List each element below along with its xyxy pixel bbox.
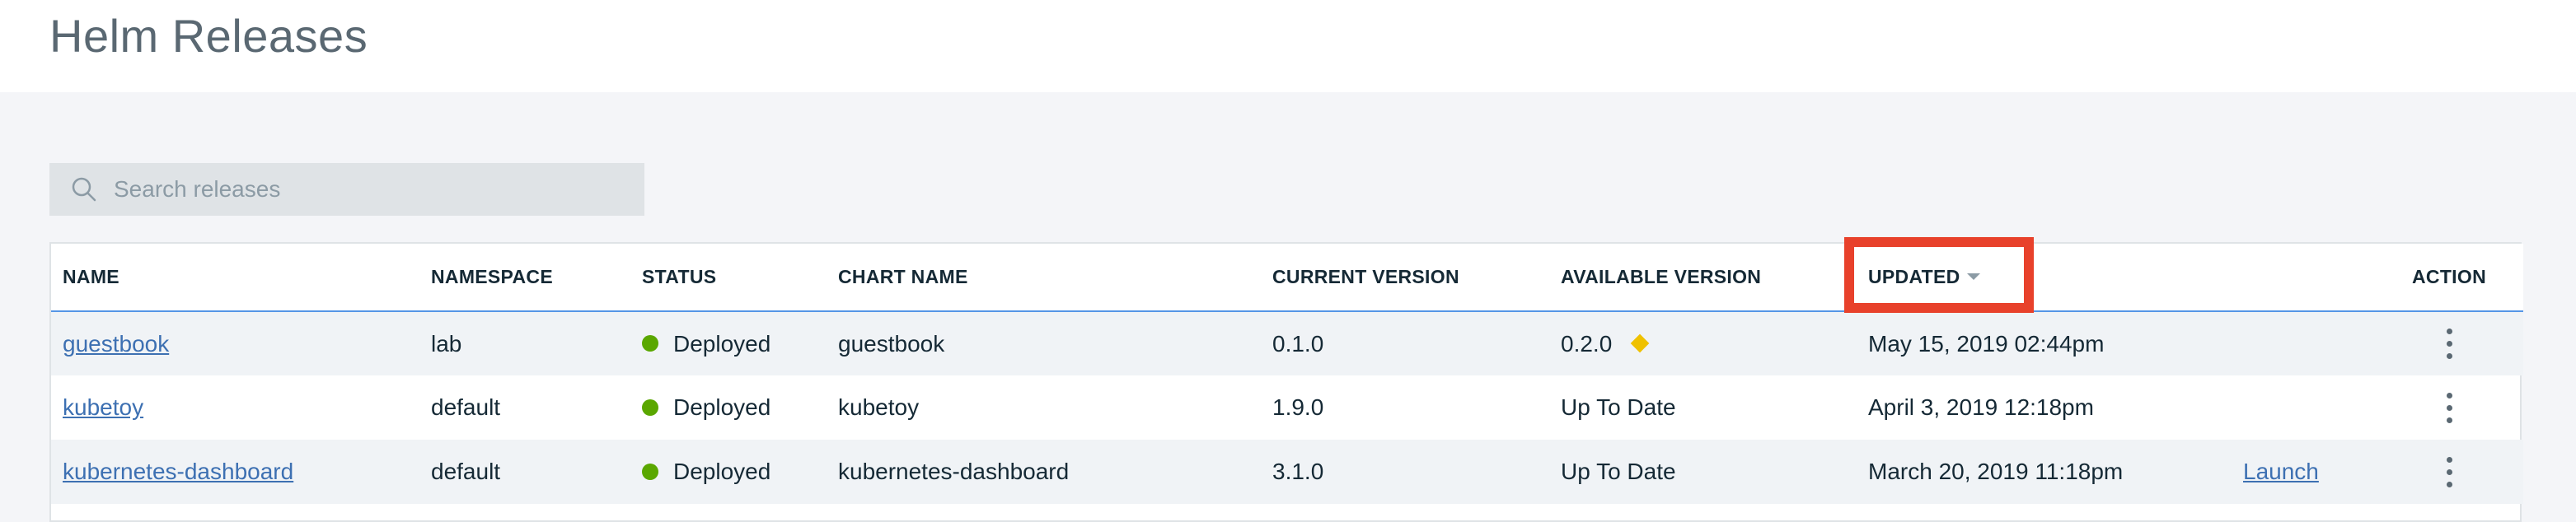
status-dot-icon bbox=[642, 335, 658, 352]
status-cell: Deployed bbox=[630, 375, 827, 440]
release-link-guestbook[interactable]: guestbook bbox=[63, 331, 169, 357]
column-header-updated[interactable]: UPDATED bbox=[1857, 244, 2232, 311]
chart-name-cell: kubetoy bbox=[838, 394, 920, 420]
search-bar[interactable] bbox=[49, 163, 644, 216]
status-dot-icon bbox=[642, 398, 658, 416]
column-header-current-version[interactable]: CURRENT VERSION bbox=[1261, 244, 1549, 311]
launch-cell bbox=[2232, 311, 2375, 375]
available-version-label: 0.2.0 bbox=[1561, 330, 1613, 357]
update-available-icon bbox=[1630, 333, 1650, 353]
launch-cell: Launch bbox=[2232, 440, 2375, 504]
current-version-cell: 0.1.0 bbox=[1272, 330, 1324, 357]
table-row: kubetoy default Deployed kubetoy 1.9.0 U… bbox=[51, 375, 2523, 440]
release-link-kubetoy[interactable]: kubetoy bbox=[63, 394, 143, 420]
chart-name-cell: kubernetes-dashboard bbox=[838, 459, 1070, 484]
column-header-action: ACTION bbox=[2412, 266, 2486, 287]
status-label: Deployed bbox=[673, 459, 771, 484]
release-link-kubernetes-dashboard[interactable]: kubernetes-dashboard bbox=[63, 459, 293, 484]
releases-table: NAME NAMESPACE STATUS CHART NAME CURRENT… bbox=[49, 242, 2523, 522]
search-icon bbox=[68, 173, 101, 206]
column-header-launch bbox=[2232, 244, 2375, 311]
namespace-cell: lab bbox=[431, 330, 462, 357]
chart-name-cell: guestbook bbox=[838, 330, 945, 357]
column-header-updated-label: UPDATED bbox=[1868, 266, 1960, 287]
column-header-chart-name[interactable]: CHART NAME bbox=[827, 244, 1261, 311]
available-version-cell: Up To Date bbox=[1561, 459, 1676, 484]
status-label: Deployed bbox=[673, 330, 771, 357]
action-cell bbox=[2375, 311, 2523, 375]
namespace-cell: default bbox=[431, 459, 501, 484]
table-row: guestbook lab Deployed guestbook 0.1.0 0… bbox=[51, 311, 2523, 375]
table-header-row: NAME NAMESPACE STATUS CHART NAME CURRENT… bbox=[51, 244, 2523, 311]
page-title: Helm Releases bbox=[49, 10, 368, 62]
overflow-menu-icon[interactable] bbox=[2437, 456, 2461, 487]
overflow-menu-icon[interactable] bbox=[2437, 392, 2461, 423]
column-header-status[interactable]: STATUS bbox=[630, 244, 827, 311]
search-input[interactable] bbox=[114, 165, 625, 214]
page-header: Helm Releases bbox=[0, 0, 2576, 92]
launch-cell bbox=[2232, 375, 2375, 440]
updated-cell: March 20, 2019 11:18pm bbox=[1868, 459, 2124, 484]
status-label: Deployed bbox=[673, 394, 771, 420]
column-header-name[interactable]: NAME bbox=[51, 244, 419, 311]
status-cell: Deployed bbox=[630, 311, 827, 375]
sort-descending-icon bbox=[1966, 273, 1980, 280]
current-version-cell: 1.9.0 bbox=[1272, 394, 1324, 420]
table-row: kubernetes-dashboard default Deployed ku… bbox=[51, 440, 2523, 504]
launch-link[interactable]: Launch bbox=[2243, 459, 2319, 484]
namespace-cell: default bbox=[431, 394, 501, 420]
available-version-cell: 0.2.0 bbox=[1549, 311, 1857, 375]
available-version-cell: Up To Date bbox=[1561, 394, 1676, 420]
updated-cell: April 3, 2019 12:18pm bbox=[1868, 394, 2094, 420]
status-dot-icon bbox=[642, 463, 658, 480]
action-cell bbox=[2375, 440, 2523, 504]
overflow-menu-icon[interactable] bbox=[2437, 329, 2461, 359]
column-header-namespace[interactable]: NAMESPACE bbox=[419, 244, 630, 311]
action-cell bbox=[2375, 375, 2523, 440]
column-header-available-version[interactable]: AVAILABLE VERSION bbox=[1549, 244, 1857, 311]
status-cell: Deployed bbox=[630, 440, 827, 504]
updated-cell: May 15, 2019 02:44pm bbox=[1868, 330, 2105, 357]
current-version-cell: 3.1.0 bbox=[1272, 459, 1324, 484]
